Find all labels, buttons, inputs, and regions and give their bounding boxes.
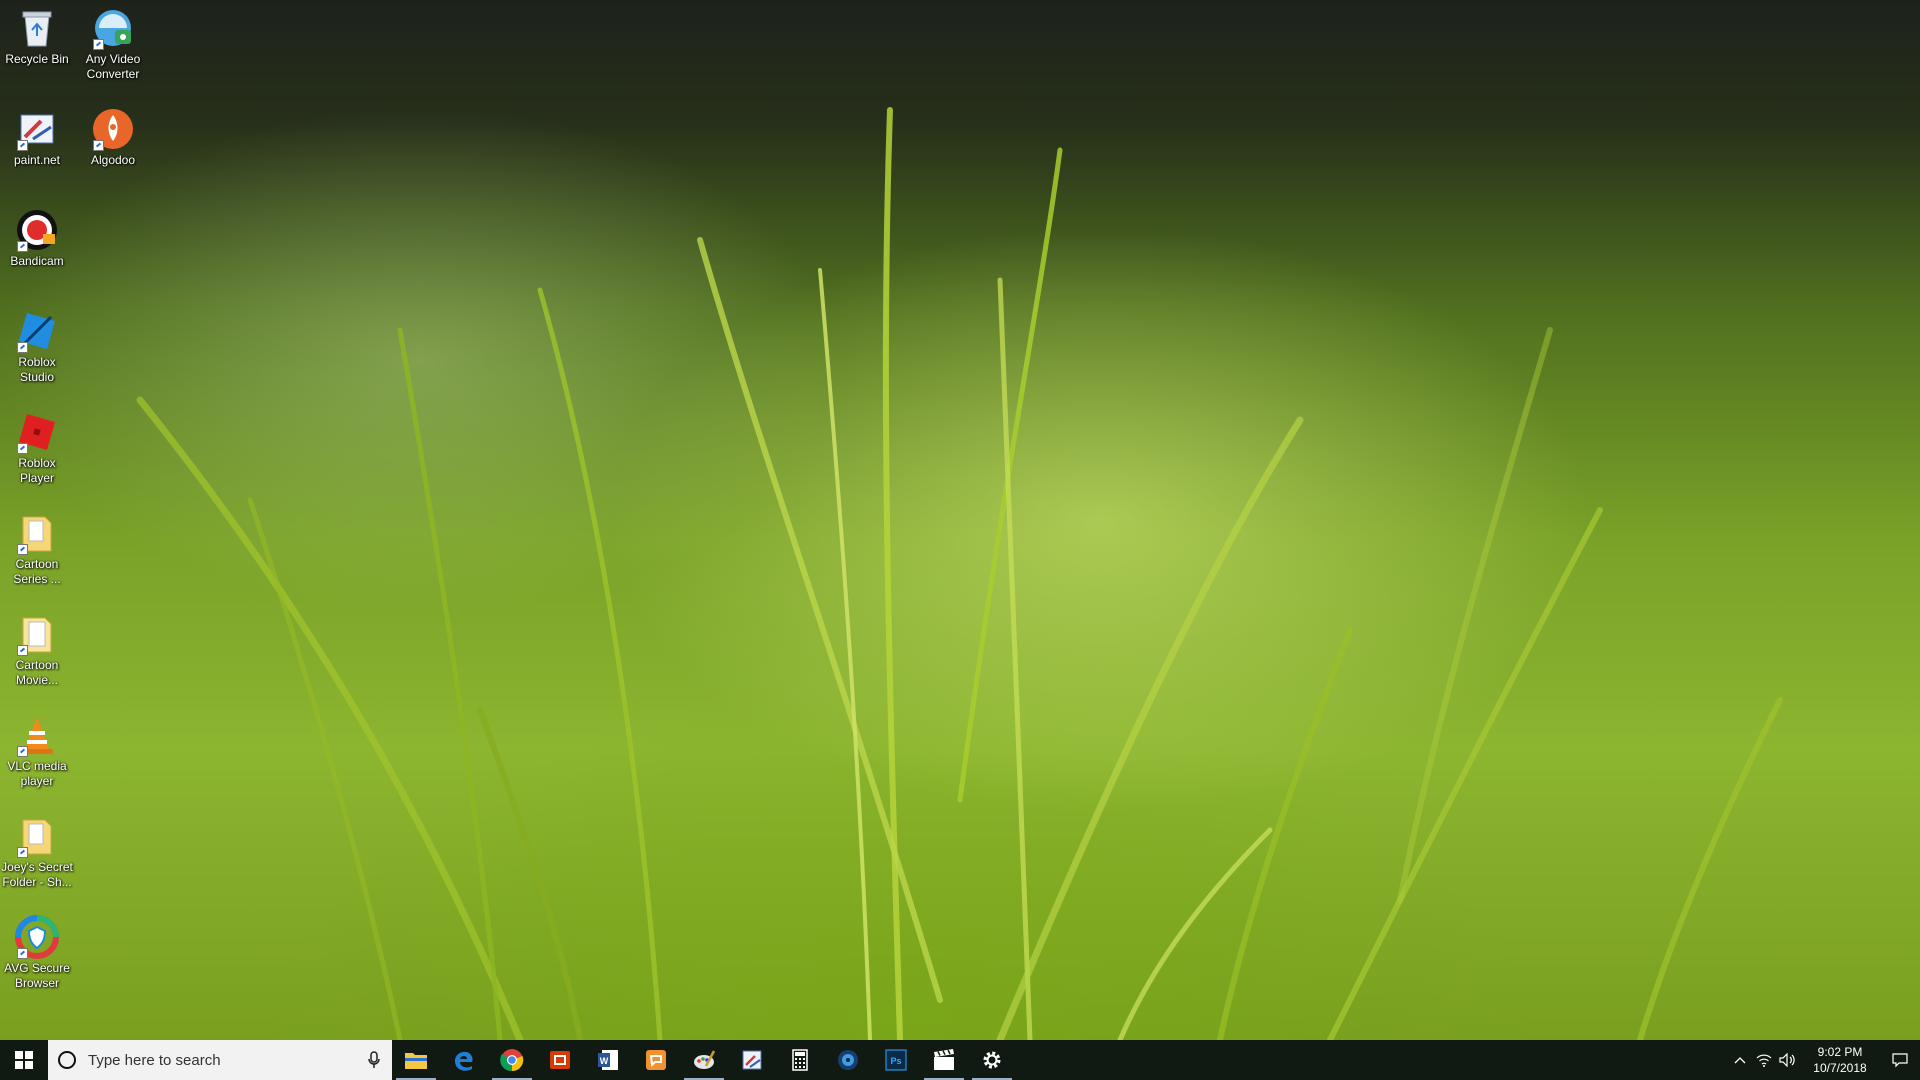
- office-icon: [550, 1051, 570, 1069]
- vlc-icon: [15, 713, 59, 757]
- speaker-icon: [1779, 1053, 1795, 1067]
- show-hidden-icons-button[interactable]: [1728, 1040, 1752, 1080]
- desktop-icon-label: Roblox Studio: [18, 355, 56, 384]
- desktop-icon-label: Bandicam: [10, 254, 64, 268]
- recycle-bin-icon: [15, 6, 59, 50]
- desktop-icon-avg-secure-browser[interactable]: AVG Secure Browser: [0, 909, 74, 991]
- desktop-icon-roblox-player[interactable]: Roblox Player: [0, 404, 74, 486]
- media-icon: [838, 1050, 858, 1070]
- desktop-icon-cartoon-movie[interactable]: Cartoon Movie...: [0, 606, 74, 688]
- paint-icon: [694, 1050, 716, 1069]
- chrome-icon: [500, 1049, 524, 1072]
- cortana-circle-icon: [58, 1051, 76, 1069]
- paintnet-icon: [15, 107, 59, 151]
- windows-logo-icon: [15, 1051, 33, 1069]
- desktop-icon-label: AVG Secure Browser: [4, 961, 70, 990]
- desktop-icon-vlc[interactable]: VLC media player: [0, 707, 74, 789]
- desktop-icon-paintnet[interactable]: paint.net: [0, 101, 74, 168]
- desktop-icon-cartoon-series[interactable]: Cartoon Series ...: [0, 505, 74, 587]
- desktop-icon-joeys-secret-folder[interactable]: Joey's Secret Folder - Sh...: [0, 808, 74, 890]
- clapperboard-icon: [934, 1049, 954, 1070]
- search-placeholder: Type here to search: [88, 1051, 221, 1069]
- shortcut-arrow-icon: [93, 140, 104, 151]
- desktop-icon-label: Joey's Secret Folder - Sh...: [1, 860, 73, 889]
- photoshop-icon: Ps: [885, 1049, 907, 1071]
- desktop-wallpaper: [0, 0, 1920, 1040]
- taskbar-clock[interactable]: 9:02 PM 10/7/2018: [1800, 1044, 1880, 1076]
- shortcut-arrow-icon: [17, 140, 28, 151]
- shortcut-arrow-icon: [17, 645, 28, 656]
- taskbar-app-office[interactable]: [536, 1040, 584, 1080]
- shortcut-arrow-icon: [17, 746, 28, 757]
- algodoo-icon: [91, 107, 135, 151]
- notification-icon: [1892, 1053, 1908, 1068]
- folder-icon: [15, 511, 59, 555]
- svg-text:Ps: Ps: [890, 1056, 901, 1066]
- desktop-icon-label: VLC media player: [7, 759, 67, 788]
- taskbar-app-media[interactable]: [824, 1040, 872, 1080]
- microphone-icon[interactable]: [368, 1051, 380, 1069]
- shortcut-arrow-icon: [17, 342, 28, 353]
- chevron-up-icon: [1734, 1057, 1746, 1064]
- taskbar-app-chrome[interactable]: [488, 1040, 536, 1080]
- any-video-converter-icon: [91, 6, 135, 50]
- system-tray: 9:02 PM 10/7/2018: [1728, 1040, 1920, 1080]
- roblox-player-icon: [15, 410, 59, 454]
- clock-time: 9:02 PM: [1817, 1045, 1863, 1059]
- svg-text:W: W: [600, 1056, 609, 1066]
- grass-blades: [136, 107, 1783, 1040]
- desktop-icon-label: Roblox Player: [18, 456, 56, 485]
- taskbar-app-movie-maker[interactable]: [920, 1040, 968, 1080]
- desktop-icon-recycle-bin[interactable]: Recycle Bin: [0, 0, 74, 67]
- edge-icon: [455, 1051, 473, 1071]
- desktop-icon-label: Cartoon Movie...: [15, 658, 59, 687]
- roblox-studio-icon: [15, 309, 59, 353]
- desktop-icon-algodoo[interactable]: Algodoo: [76, 101, 150, 168]
- wifi-icon: [1756, 1054, 1772, 1067]
- word-icon: W: [598, 1050, 618, 1070]
- desktop-icon-label: Recycle Bin: [5, 52, 69, 66]
- taskbar-app-slides[interactable]: [632, 1040, 680, 1080]
- folder-icon: [15, 814, 59, 858]
- desktop-icon-any-video-converter[interactable]: Any Video Converter: [76, 0, 150, 82]
- clock-date: 10/7/2018: [1813, 1061, 1867, 1075]
- avg-browser-icon: [15, 915, 59, 959]
- file-explorer-icon: [405, 1053, 427, 1069]
- desktop-icon-label: paint.net: [13, 153, 61, 167]
- shortcut-arrow-icon: [93, 39, 104, 50]
- volume-tray-button[interactable]: [1776, 1040, 1800, 1080]
- desktop-icon-label: Any Video Converter: [85, 52, 141, 81]
- start-button[interactable]: [0, 1040, 48, 1080]
- taskbar-app-file-explorer[interactable]: [392, 1040, 440, 1080]
- shortcut-arrow-icon: [17, 948, 28, 959]
- bandicam-icon: [15, 208, 59, 252]
- taskbar-app-photoshop[interactable]: Ps: [872, 1040, 920, 1080]
- taskbar: Type here to search W Ps 9:02 PM 10/7/20…: [0, 1040, 1920, 1080]
- paintnet-icon: [742, 1050, 762, 1070]
- taskbar-search-box[interactable]: Type here to search: [48, 1040, 392, 1080]
- network-tray-button[interactable]: [1752, 1040, 1776, 1080]
- desktop-icon-label: Cartoon Series ...: [13, 557, 61, 586]
- slides-icon: [646, 1050, 666, 1070]
- taskbar-app-paint[interactable]: [680, 1040, 728, 1080]
- desktop-icon-roblox-studio[interactable]: Roblox Studio: [0, 303, 74, 385]
- taskbar-app-settings[interactable]: [968, 1040, 1016, 1080]
- shortcut-arrow-icon: [17, 544, 28, 555]
- taskbar-app-edge[interactable]: [440, 1040, 488, 1080]
- shortcut-arrow-icon: [17, 443, 28, 454]
- calculator-icon: [792, 1049, 808, 1071]
- taskbar-app-paintnet[interactable]: [728, 1040, 776, 1080]
- taskbar-app-word[interactable]: W: [584, 1040, 632, 1080]
- gear-icon: [983, 1051, 1001, 1069]
- folder-icon: [15, 612, 59, 656]
- shortcut-arrow-icon: [17, 241, 28, 252]
- taskbar-app-calculator[interactable]: [776, 1040, 824, 1080]
- shortcut-arrow-icon: [17, 847, 28, 858]
- desktop-icon-label: Algodoo: [90, 153, 136, 167]
- action-center-button[interactable]: [1880, 1040, 1920, 1080]
- desktop-icon-bandicam[interactable]: Bandicam: [0, 202, 74, 269]
